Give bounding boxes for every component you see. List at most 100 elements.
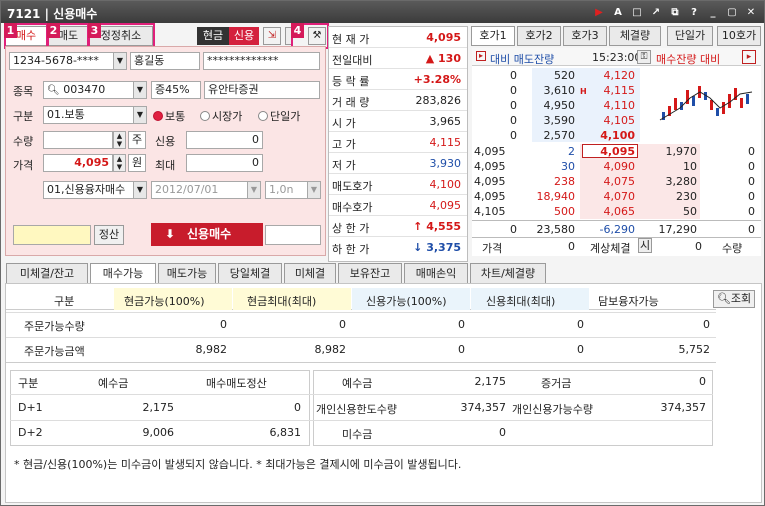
toggle-cash[interactable]: 현금 — [197, 27, 229, 45]
expand-right-icon[interactable]: ▸ — [742, 50, 756, 64]
bid-header: 매수잔량 대비 — [656, 53, 721, 66]
total-ask-diff: 0 — [510, 223, 517, 236]
tab-chart-volume[interactable]: 차트/체결량 — [470, 263, 546, 284]
credit-buy-button[interactable]: ⬇ 신용매수 — [151, 223, 263, 246]
qty-label: 수량 — [13, 135, 34, 148]
trade-price: 4,105 — [474, 205, 506, 218]
radio-market[interactable]: 시장가 — [200, 108, 242, 124]
t1-cell: 0 — [577, 343, 584, 356]
chevron-down-icon: ▼ — [113, 53, 126, 69]
ask-diff: 0 — [510, 99, 517, 112]
download-icon: ⬇ — [165, 227, 176, 241]
lock-icon[interactable]: ⚿ — [637, 50, 651, 64]
loan-date-select[interactable]: 2012/07/01 ▼ — [151, 181, 261, 199]
t1-cell: 0 — [339, 318, 346, 331]
t2-cell: 9,006 — [142, 426, 175, 439]
single-price-button[interactable]: 단일가 — [667, 26, 713, 46]
ask-price[interactable]: 4,110 — [580, 99, 636, 112]
radio-normal[interactable]: 보통 — [153, 108, 185, 124]
trade-qty: 238 — [554, 175, 575, 188]
help-icon[interactable]: ? — [687, 5, 701, 19]
qty-stepper[interactable]: ▲ ▼ — [113, 131, 126, 149]
maximize-icon[interactable]: ▢ — [725, 5, 739, 19]
qty-unit: 주 — [128, 131, 146, 149]
price-input[interactable]: 4,095 — [43, 154, 113, 172]
tab-sell-available[interactable]: 매도가능 — [158, 263, 216, 284]
order-type-select[interactable]: 01.보통 ▼ — [43, 106, 147, 124]
ask-price[interactable]: 4,115 — [580, 84, 636, 97]
stock-name: 유안타증권 — [204, 81, 320, 99]
ask-diff: 0 — [510, 114, 517, 127]
order-type-label: 구분 — [13, 110, 34, 123]
tab-holdings[interactable]: 보유잔고 — [338, 263, 402, 284]
t2-head-type: 구분 — [18, 377, 39, 390]
total-ask: 23,580 — [536, 223, 576, 236]
close-icon[interactable]: ✕ — [744, 5, 758, 19]
memo-field[interactable] — [13, 225, 91, 245]
qty-input[interactable] — [43, 131, 113, 149]
t1-head-creditmax: 신용최대(최대) — [486, 295, 556, 308]
minimize-icon[interactable]: _ — [706, 5, 720, 19]
t2-cell: 0 — [499, 426, 506, 439]
credit-value: 0 — [186, 131, 263, 149]
market-button[interactable]: 시 — [638, 238, 652, 253]
ten-hoga-button[interactable]: 10호가 — [717, 26, 761, 46]
bid-price[interactable]: 4,090 — [580, 160, 636, 173]
radio-single[interactable]: 단일가 — [258, 108, 300, 124]
t1-head-credit100: 신용가능(100%) — [366, 295, 447, 308]
tab-buy-available[interactable]: 매수가능 — [90, 263, 156, 284]
footnote: * 현금/신용(100%)는 미수금이 발생되지 않습니다. * 최대가능은 결… — [14, 458, 462, 471]
tab-pnl[interactable]: 매매손익 — [404, 263, 468, 284]
ask-price[interactable]: 4,120 — [580, 69, 636, 82]
loan-term-select[interactable]: 1,0n ▼ — [265, 181, 321, 199]
t1-row-label: 주문가능금액 — [24, 345, 85, 358]
t2-deposit-value: 2,175 — [474, 375, 507, 388]
account-select[interactable]: 1234-5678-**** ▼ — [9, 52, 127, 70]
tab-hoga3[interactable]: 호가3 — [563, 26, 607, 46]
query-button[interactable]: 🔍︎조회 — [713, 290, 755, 308]
restore-icon[interactable]: ⧉ — [668, 5, 682, 19]
settings-icon[interactable]: ⚒ — [308, 27, 326, 45]
t1-head-type: 구분 — [54, 295, 75, 308]
bid-price[interactable]: 4,095 — [580, 145, 635, 158]
chevron-down-icon: ▼ — [133, 82, 146, 98]
quote-row: 하 한 가 ↓ 3,375 — [332, 241, 461, 256]
tab-hoga2[interactable]: 호가2 — [517, 26, 561, 46]
tab-unfilled-balance[interactable]: 미체결/잔고 — [6, 263, 88, 284]
t1-cell: 8,982 — [314, 343, 347, 356]
export-icon[interactable]: ⇲ — [263, 27, 281, 45]
tab-unfilled[interactable]: 미체결 — [284, 263, 336, 284]
ask-qty: 3,590 — [543, 114, 576, 127]
t2-cell: 374,357 — [660, 401, 707, 414]
toggle-credit[interactable]: 신용 — [229, 27, 259, 45]
font-icon[interactable]: A — [611, 5, 625, 19]
ask-qty: 3,610 — [543, 84, 576, 97]
t1-head-cash100: 현금가능(100%) — [124, 295, 205, 308]
play-icon[interactable]: ▶ — [592, 5, 606, 19]
tab-today-filled[interactable]: 당일체결 — [218, 263, 282, 284]
ask-diff: 0 — [510, 129, 517, 142]
bid-price[interactable]: 4,065 — [580, 205, 636, 218]
tab-hoga1[interactable]: 호가1 — [471, 26, 515, 46]
bid-price[interactable]: 4,070 — [580, 190, 636, 203]
expand-left-icon[interactable]: ▸ — [476, 51, 486, 61]
high-marker-icon: H — [580, 87, 587, 96]
footer-qty-value: 0 — [695, 240, 702, 253]
popout-icon[interactable]: ↗ — [649, 5, 663, 19]
bid-price[interactable]: 4,075 — [580, 175, 636, 188]
window-title: 신용매수 — [53, 7, 98, 21]
tab-volume[interactable]: 체결량 — [609, 26, 661, 46]
loan-type-select[interactable]: 01,신용융자매수 ▼ — [43, 181, 147, 199]
extra-field[interactable] — [265, 225, 321, 245]
stock-code-input[interactable]: 🔍︎ 003470 ▼ — [43, 81, 147, 99]
t2-margin-label: 증거금 — [541, 377, 572, 390]
ask-price[interactable]: 4,105 — [580, 114, 636, 127]
price-stepper[interactable]: ▲ ▼ — [113, 154, 126, 172]
window-icon[interactable]: □ — [630, 5, 644, 19]
settle-button[interactable]: 정산 — [94, 225, 124, 245]
t2-cell: 개인신용한도수량 — [316, 403, 397, 416]
ask-price[interactable]: 4,100 — [580, 129, 635, 142]
password-field[interactable]: ************* — [203, 52, 320, 70]
t1-cell: 0 — [220, 318, 227, 331]
trade-qty: 18,940 — [536, 190, 576, 203]
